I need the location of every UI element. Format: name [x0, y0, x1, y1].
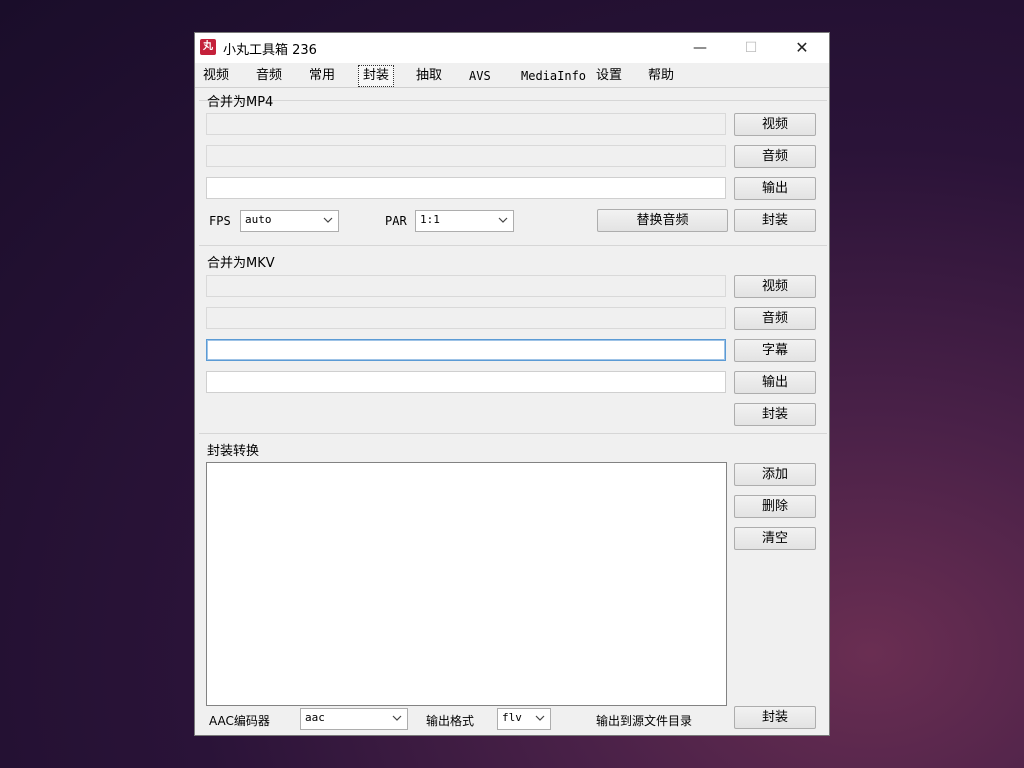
- chevron-down-icon: [392, 715, 402, 721]
- minimize-button[interactable]: —: [677, 33, 723, 63]
- window-title: 小丸工具箱 236: [223, 43, 317, 58]
- par-select[interactable]: 1:1: [415, 210, 514, 232]
- convert-group-divider: [199, 433, 827, 434]
- tab-audio[interactable]: 音频: [256, 66, 282, 86]
- convert-file-list[interactable]: [206, 462, 727, 706]
- mkv-group-title: 合并为MKV: [207, 256, 275, 271]
- tab-common[interactable]: 常用: [309, 66, 335, 86]
- fps-label: FPS: [209, 214, 231, 228]
- output-to-source-dir-label[interactable]: 输出到源文件目录: [596, 712, 692, 729]
- aac-encoder-value: aac: [305, 711, 325, 724]
- aac-encoder-select[interactable]: aac: [300, 708, 408, 730]
- mp4-audio-button[interactable]: 音频: [734, 145, 816, 168]
- tab-bar: 视频 音频 常用 封装 抽取 AVS MediaInfo 设置 帮助: [195, 65, 829, 88]
- output-format-label: 输出格式: [426, 714, 475, 728]
- tab-avs[interactable]: AVS: [469, 66, 491, 86]
- mp4-mux-button[interactable]: 封装: [734, 209, 816, 232]
- mp4-video-button[interactable]: 视频: [734, 113, 816, 136]
- mkv-video-path-field[interactable]: [206, 275, 726, 297]
- fps-select-value: auto: [245, 213, 272, 226]
- mkv-mux-button[interactable]: 封装: [734, 403, 816, 426]
- convert-mux-button[interactable]: 封装: [734, 706, 816, 729]
- mkv-audio-path-field[interactable]: [206, 307, 726, 329]
- mp4-video-path-field[interactable]: [206, 113, 726, 135]
- mkv-subtitle-path-field[interactable]: [206, 339, 726, 361]
- chevron-down-icon: [535, 715, 545, 721]
- close-button[interactable]: ✕: [779, 33, 825, 63]
- title-bar[interactable]: 丸 小丸工具箱 236 — ☐ ✕: [195, 33, 829, 63]
- mkv-group-divider: [199, 245, 827, 246]
- convert-group-title: 封装转换: [207, 444, 260, 459]
- chevron-down-icon: [498, 217, 508, 223]
- output-format-select[interactable]: flv: [497, 708, 551, 730]
- mp4-output-path-field[interactable]: [206, 177, 726, 199]
- fps-select[interactable]: auto: [240, 210, 339, 232]
- app-icon: 丸: [200, 39, 216, 55]
- chevron-down-icon: [323, 217, 333, 223]
- mp4-group-title: 合并为MP4: [207, 95, 274, 110]
- tab-mediainfo[interactable]: MediaInfo: [521, 66, 586, 86]
- clear-button[interactable]: 清空: [734, 527, 816, 550]
- mkv-audio-button[interactable]: 音频: [734, 307, 816, 330]
- maximize-button[interactable]: ☐: [728, 33, 774, 63]
- delete-button[interactable]: 删除: [734, 495, 816, 518]
- mp4-output-button[interactable]: 输出: [734, 177, 816, 200]
- mp4-group-divider: [199, 100, 827, 101]
- mkv-video-button[interactable]: 视频: [734, 275, 816, 298]
- tab-extract[interactable]: 抽取: [416, 66, 442, 86]
- par-select-value: 1:1: [420, 213, 440, 226]
- tab-mux[interactable]: 封装: [358, 65, 395, 87]
- add-button[interactable]: 添加: [734, 463, 816, 486]
- aac-encoder-label: AAC编码器: [209, 714, 270, 728]
- mp4-audio-path-field[interactable]: [206, 145, 726, 167]
- output-format-value: flv: [502, 711, 522, 724]
- app-window: 丸 小丸工具箱 236 — ☐ ✕ 视频 音频 常用 封装 抽取 AVS Med…: [194, 32, 830, 736]
- mkv-subtitle-button[interactable]: 字幕: [734, 339, 816, 362]
- tab-video[interactable]: 视频: [203, 66, 229, 86]
- mkv-output-button[interactable]: 输出: [734, 371, 816, 394]
- tab-help[interactable]: 帮助: [648, 66, 674, 86]
- replace-audio-button[interactable]: 替换音频: [597, 209, 728, 232]
- par-label: PAR: [385, 214, 407, 228]
- tab-settings[interactable]: 设置: [596, 66, 622, 86]
- mkv-output-path-field[interactable]: [206, 371, 726, 393]
